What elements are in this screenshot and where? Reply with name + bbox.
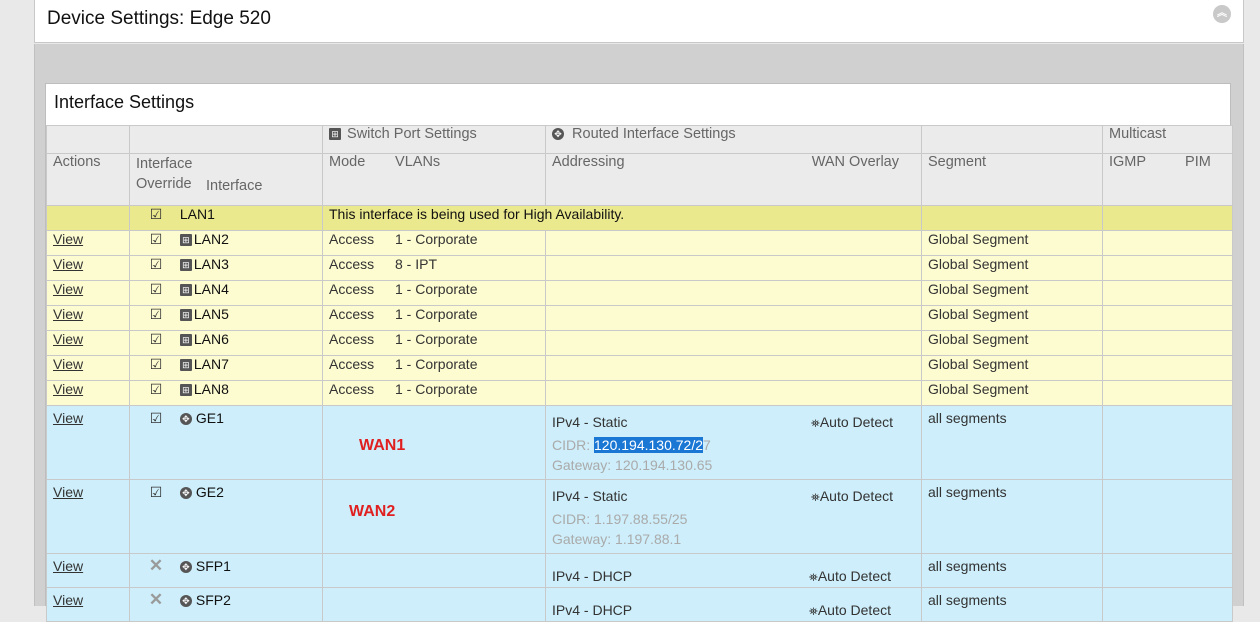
auto-detect-icon: ⛯ [811,418,820,430]
switch-port-icon: ⊞ [179,234,192,247]
pim-header: PIM [1185,154,1211,171]
checkbox-checked-icon[interactable]: ☑ [136,282,176,299]
table-row: View ☑ ⊞ LAN3 Access 8 - IPT Global Segmen… [46,255,1233,281]
switch-port-icon: ⊞ [179,259,192,272]
interface-table: ⊞ Switch Port Settings ✥ Routed Interfac… [46,125,1233,622]
routed-interface-icon: ✥ [179,413,192,426]
actions-header: Actions [46,153,130,206]
switch-port-icon: ⊞ [329,128,341,141]
interface-settings-panel: Interface Settings ⊞ Switch Port Setting… [45,83,1233,622]
table-row-sfp1: View ✕ ✥ SFP1 IPv4 - DHCP ⛯Auto Detect al… [46,553,1233,588]
interface-override-header: Interface Override [136,156,193,192]
vlans-header: VLANs [395,154,441,171]
column-header-row: Actions Interface Override Interface Mode… [46,153,1233,206]
table-row: View ☑ ⊞ LAN4 Access 1 - Corporate Global … [46,280,1233,306]
cidr-field: CIDR: 120.194.130.72/27 [552,436,711,453]
table-row-ge1: View ☑ ✥ GE1 WAN1 IPv4 - Static ⛯Auto Det… [46,405,1233,480]
table-row: View ☑ ⊞ LAN2 Access 1 - Corporate Global … [46,230,1233,256]
routed-interface-icon: ✥ [179,487,192,500]
switch-port-icon: ⊞ [179,334,192,347]
table-row-sfp2: View ✕ ✥ SFP2 IPv4 - DHCP ⛯Auto Detect al… [46,587,1233,622]
wan1-annotation: WAN1 [359,437,406,454]
table-row: View ☑ ⊞ LAN5 Access 1 - Corporate Global … [46,305,1233,331]
switch-port-icon: ⊞ [179,309,192,322]
x-mark-icon[interactable]: ✕ [136,556,176,576]
routed-interface-settings-header: ✥ Routed Interface Settings [545,125,922,154]
routed-interface-icon: ✥ [552,128,564,141]
view-link[interactable]: View [53,232,83,248]
view-link[interactable]: View [53,307,83,323]
checkbox-checked-icon[interactable]: ☑ [136,382,176,399]
view-link[interactable]: View [53,282,83,298]
checkbox-checked-icon[interactable]: ☑ [136,257,176,274]
wan2-annotation: WAN2 [349,503,396,520]
view-link[interactable]: View [53,484,83,500]
double-chevron-up-icon[interactable]: ︽ [1213,5,1231,23]
addressing-header: Addressing [552,154,625,171]
view-link[interactable]: View [53,382,83,398]
auto-detect-icon: ⛯ [809,606,818,618]
interface-header: Interface [206,178,263,194]
switch-port-icon: ⊞ [179,384,192,397]
ha-message: This interface is being used for High Av… [322,205,922,231]
routed-interface-icon: ✥ [179,595,192,608]
mode-header: Mode [329,154,366,171]
view-link[interactable]: View [53,357,83,373]
multicast-header: Multicast [1102,125,1233,154]
checkbox-checked-icon[interactable]: ☑ [136,357,176,374]
checkbox-checked-icon[interactable]: ☑ [136,207,176,224]
table-row: View ☑ ⊞ LAN7 Access 1 - Corporate Global … [46,355,1233,381]
device-settings-header: Device Settings: Edge 520 ︽ [34,0,1244,43]
switch-port-icon: ⊞ [179,284,192,297]
switch-port-icon: ⊞ [179,359,192,372]
switch-port-settings-header: ⊞ Switch Port Settings [322,125,546,154]
table-row: View ☑ ⊞ LAN6 Access 1 - Corporate Global … [46,330,1233,356]
auto-detect-icon: ⛯ [811,492,820,504]
group-header-row: ⊞ Switch Port Settings ✥ Routed Interfac… [46,125,1233,154]
table-row-lan1: ☑ LAN1 This interface is being used for … [46,205,1233,231]
view-link[interactable]: View [53,332,83,348]
view-link[interactable]: View [53,410,83,426]
selected-text: 120.194.130.72/2 [594,436,703,453]
table-row-ge2: View ☑ ✥ GE2 WAN2 IPv4 - Static ⛯Auto Det… [46,479,1233,554]
segment-header: Segment [921,153,1103,206]
wan-overlay-header: WAN Overlay [811,154,899,171]
auto-detect-icon: ⛯ [809,572,818,584]
x-mark-icon[interactable]: ✕ [136,590,176,610]
checkbox-checked-icon[interactable]: ☑ [136,410,176,427]
checkbox-checked-icon[interactable]: ☑ [136,307,176,324]
page-title: Device Settings: Edge 520 [47,8,271,29]
view-link[interactable]: View [53,558,83,574]
routed-interface-icon: ✥ [179,561,192,574]
igmp-header: IGMP [1109,154,1147,171]
view-link[interactable]: View [53,257,83,273]
table-row: View ☑ ⊞ LAN8 Access 1 - Corporate Global … [46,380,1233,406]
checkbox-checked-icon[interactable]: ☑ [136,484,176,501]
checkbox-checked-icon[interactable]: ☑ [136,232,176,249]
checkbox-checked-icon[interactable]: ☑ [136,332,176,349]
panel-title: Interface Settings [54,92,195,112]
